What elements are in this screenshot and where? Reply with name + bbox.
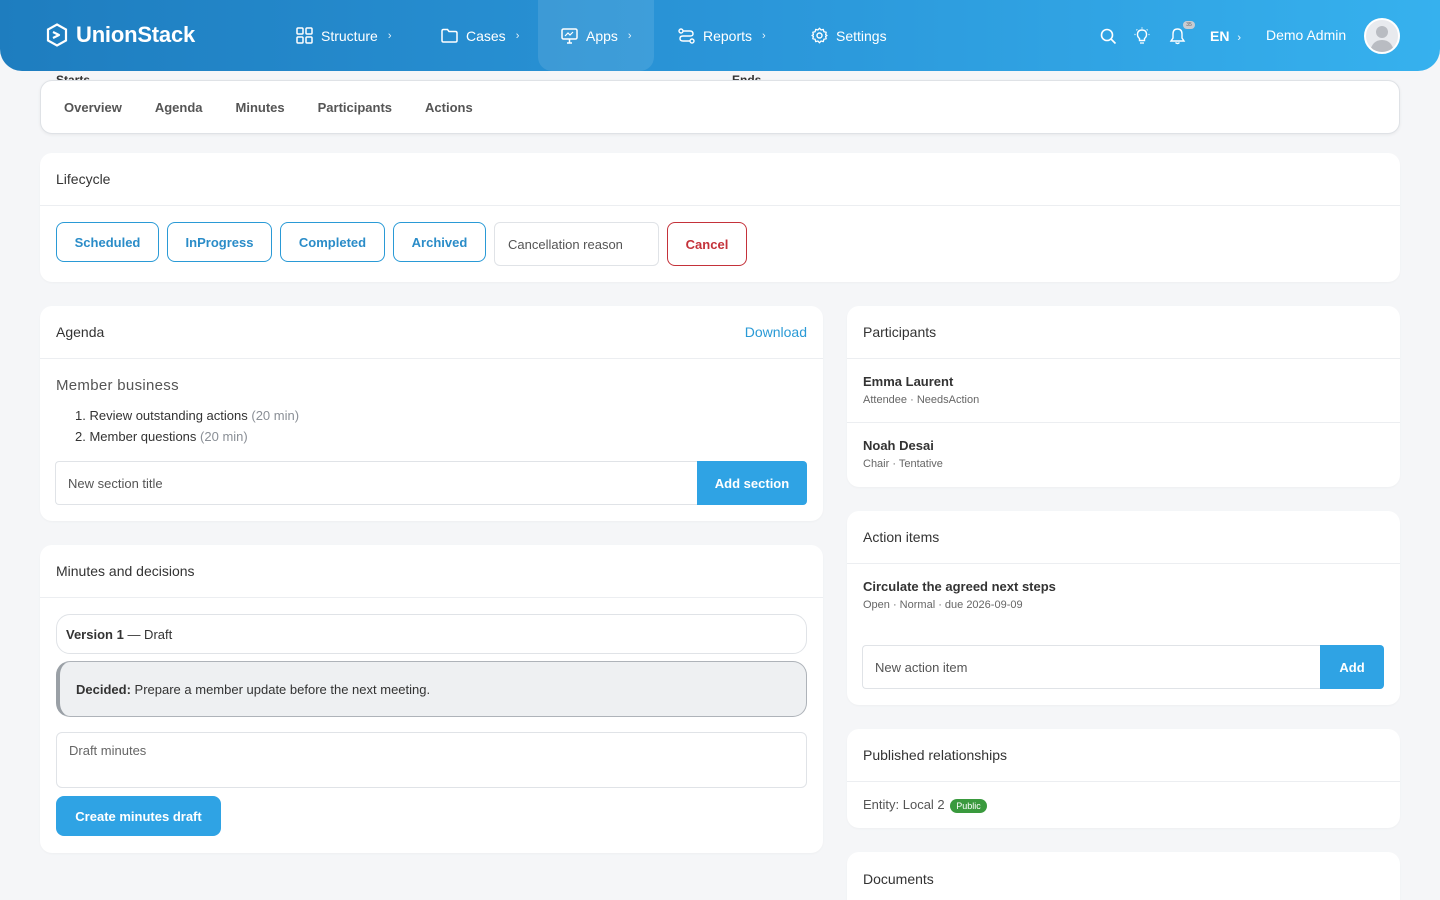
minutes-card: Minutes and decisions Version 1 — Draft … [40,545,823,853]
monitor-icon [561,27,578,44]
hexagon-logo-icon [46,23,68,47]
participant-row[interactable]: Emma Laurent Attendee · NeedsAction [847,359,1400,423]
version-status: — Draft [127,626,173,642]
download-link[interactable]: Download [745,324,807,340]
agenda-section-title: Member business [56,377,179,394]
documents-title: Documents [863,870,934,887]
nav-structure[interactable]: Structure › [296,0,391,71]
relationship-entity[interactable]: Entity: Local 2 [863,797,945,812]
participants-title: Participants [863,324,937,340]
chevron-right-icon: › [627,29,632,42]
action-item-row[interactable]: Circulate the agreed next steps Open · N… [847,564,1400,628]
new-action-item-input[interactable]: New action item [862,645,1320,689]
status-badge: Public [950,798,987,813]
brand-name: UnionStack [76,22,196,47]
gear-icon [811,27,828,44]
action-items-title: Action items [863,529,940,545]
folder-icon [441,28,458,43]
participant-name: Noah Desai [863,438,934,453]
avatar[interactable] [1364,18,1400,54]
cancellation-reason-input[interactable]: Cancellation reason [494,222,659,266]
agenda-title: Agenda [56,324,105,340]
relationships-title: Published relationships [863,747,1007,763]
version-label: Version 1 [66,626,124,642]
action-items-card: Action items Circulate the agreed next s… [847,511,1400,705]
participant-name: Emma Laurent [863,374,954,389]
action-item-title: Circulate the agreed next steps [863,579,1056,594]
tab-participants[interactable]: Participants [318,100,392,115]
participant-role: Chair · Tentative [863,458,943,470]
relationships-card: Published relationships Entity: Local 2 … [847,729,1400,828]
grid-icon [296,27,313,44]
decided-label: Decided: [76,681,131,697]
agenda-list: 1. Review outstanding actions (20 min) 2… [75,405,299,447]
nav-settings-label: Settings [836,27,887,44]
brand-logo[interactable]: UnionStack [46,22,195,48]
lifecycle-title: Lifecycle [56,171,111,187]
new-section-input[interactable]: New section title [55,461,697,505]
decision-callout: Decided: Prepare a member update before … [56,661,807,717]
tab-overview[interactable]: Overview [64,100,122,115]
action-item-meta: Open · Normal · due 2026-09-09 [863,599,1023,611]
inprogress-button[interactable]: InProgress [167,222,272,262]
participant-row[interactable]: Noah Desai Chair · Tentative [847,423,1400,487]
user-name[interactable]: Demo Admin [1266,27,1346,43]
nav-reports[interactable]: Reports › [678,0,766,71]
language-label: EN [1210,28,1230,44]
nav-cases[interactable]: Cases › [441,0,519,71]
notification-badge: 35 [1183,21,1195,29]
list-item: 2. Member questions (20 min) [75,429,248,444]
nav-reports-label: Reports [703,27,753,44]
route-icon [678,27,695,44]
nav-structure-label: Structure [321,27,378,44]
participants-card: Participants Emma Laurent Attendee · Nee… [847,306,1400,487]
decided-text: Prepare a member update before the next … [134,681,431,697]
tab-actions[interactable]: Actions [425,100,473,115]
completed-button[interactable]: Completed [280,222,385,262]
chevron-right-icon: › [515,29,520,42]
starts-label: Starts [56,73,91,80]
nav-settings[interactable]: Settings [811,0,887,71]
documents-card: Documents [847,852,1400,900]
tab-minutes[interactable]: Minutes [236,100,285,115]
bell-icon[interactable]: 35 [1167,21,1195,46]
list-item: 1. Review outstanding actions (20 min) [75,408,300,423]
tab-agenda[interactable]: Agenda [155,100,203,115]
section-tabs: Overview Agenda Minutes Participants Act… [40,80,1400,134]
create-minutes-draft-button[interactable]: Create minutes draft [56,796,221,836]
scheduled-button[interactable]: Scheduled [56,222,159,262]
chevron-right-icon: › [387,29,392,42]
archived-button[interactable]: Archived [393,222,486,262]
search-icon[interactable] [1098,26,1118,46]
nav-apps-label: Apps [586,27,618,44]
minutes-title: Minutes and decisions [56,563,195,579]
top-navigation-bar: UnionStack Structure › Cases › Apps › Re… [0,0,1440,71]
ends-label: Ends [732,73,762,80]
relationship-row: Entity: Local 2 Public [847,782,1400,828]
add-action-button[interactable]: Add [1320,645,1384,689]
version-row[interactable]: Version 1 — Draft [56,614,807,654]
lightbulb-icon[interactable] [1132,26,1152,46]
agenda-card: Agenda Download Member business 1. Revie… [40,306,823,521]
chevron-right-icon: › [1237,32,1242,44]
add-section-button[interactable]: Add section [697,461,807,505]
participant-role: Attendee · NeedsAction [863,394,980,406]
nav-cases-label: Cases [466,27,506,44]
cancel-button[interactable]: Cancel [667,222,747,266]
lifecycle-card: Lifecycle Scheduled InProgress Completed… [40,153,1400,282]
chevron-right-icon: › [762,29,766,42]
draft-minutes-textarea[interactable]: Draft minutes [56,732,807,788]
nav-apps[interactable]: Apps › [538,0,654,71]
language-selector[interactable]: EN › [1210,28,1241,44]
